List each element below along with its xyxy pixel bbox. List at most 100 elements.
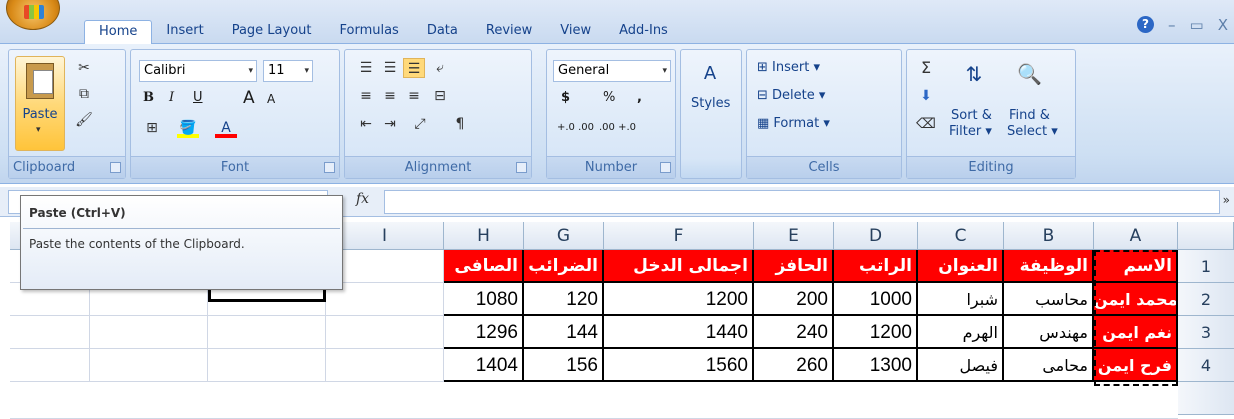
fill-icon[interactable]: ⬇ (915, 86, 937, 106)
align-center-icon[interactable]: ≡ (379, 86, 401, 106)
column-header-f[interactable]: F (604, 222, 754, 250)
number-launcher-icon[interactable] (660, 162, 671, 173)
sort-label[interactable]: Sort & (951, 108, 992, 123)
empty-cell[interactable] (208, 349, 326, 382)
align-right-icon[interactable]: ≡ (403, 86, 425, 106)
decrease-decimal-button[interactable]: .00 +.0 (599, 122, 636, 133)
align-bottom-icon[interactable]: ☰ (403, 58, 425, 78)
empty-cell[interactable] (10, 316, 90, 349)
cut-icon[interactable]: ✂ (73, 58, 95, 78)
empty-row[interactable] (10, 382, 1178, 419)
select-all-corner[interactable] (1178, 222, 1234, 250)
percent-button[interactable]: % (603, 90, 615, 105)
alignment-launcher-icon[interactable] (516, 162, 527, 173)
column-header-d[interactable]: D (834, 222, 918, 250)
column-header-g[interactable]: G (524, 222, 604, 250)
column-header-e[interactable]: E (754, 222, 834, 250)
minimize-icon[interactable]: – (1168, 16, 1176, 34)
find-select-icon[interactable]: 🔍 (1017, 64, 1042, 84)
align-left-icon[interactable]: ≡ (355, 86, 377, 106)
insert-cells-button[interactable]: ⊞ Insert ▾ (757, 60, 820, 75)
shrink-font-button[interactable]: A (267, 92, 275, 106)
empty-cell[interactable] (208, 316, 326, 349)
close-icon[interactable]: X (1218, 16, 1228, 34)
cell-tax[interactable]: 144 (524, 316, 604, 349)
cell-tax[interactable]: 120 (524, 283, 604, 316)
empty-cell[interactable] (326, 316, 444, 349)
empty-cell[interactable] (326, 250, 444, 283)
empty-cell[interactable] (326, 349, 444, 382)
column-header-b[interactable]: B (1004, 222, 1094, 250)
cell-salary[interactable]: 1200 (834, 316, 918, 349)
styles-icon[interactable]: A (699, 64, 721, 84)
comma-button[interactable]: , (637, 90, 642, 105)
paste-button[interactable]: Paste ▾ (15, 56, 65, 151)
select-label[interactable]: Select ▾ (1007, 124, 1058, 139)
column-header-i[interactable]: I (326, 222, 444, 250)
format-cells-button[interactable]: ▦ Format ▾ (757, 116, 830, 131)
tab-insert[interactable]: Insert (152, 20, 217, 45)
bold-button[interactable]: B (143, 90, 154, 105)
cell-net[interactable]: 1080 (444, 283, 524, 316)
cell-gross[interactable]: 1200 (604, 283, 754, 316)
empty-cell[interactable] (90, 349, 208, 382)
tab-page-layout[interactable]: Page Layout (218, 20, 326, 45)
expand-formula-bar-icon[interactable]: » (1223, 193, 1230, 207)
grow-font-button[interactable]: A (243, 88, 255, 108)
header-cell-job[interactable]: الوظيفة (1004, 250, 1094, 283)
tab-view[interactable]: View (546, 20, 605, 45)
font-size-select[interactable]: 11 ▾ (263, 60, 313, 82)
font-name-select[interactable]: Calibri ▾ (139, 60, 257, 82)
copy-icon[interactable]: ⧉ (73, 84, 95, 104)
clear-icon[interactable]: ⌫ (915, 114, 937, 134)
fill-color-icon[interactable]: 🪣 (177, 118, 199, 138)
delete-cells-button[interactable]: ⊟ Delete ▾ (757, 88, 825, 103)
empty-cell[interactable] (10, 349, 90, 382)
header-cell-gross[interactable]: اجمالى الدخل (604, 250, 754, 283)
find-label[interactable]: Find & (1009, 108, 1050, 123)
increase-decimal-button[interactable]: +.0 .00 (557, 122, 594, 133)
merge-center-icon[interactable]: ⊟ (429, 86, 451, 106)
row-header-4[interactable]: 4 (1178, 349, 1234, 382)
cell-gross[interactable]: 1560 (604, 349, 754, 382)
decrease-indent-icon[interactable]: ⇤ (355, 114, 377, 134)
cell-job[interactable]: محاسب (1004, 283, 1094, 316)
align-middle-icon[interactable]: ☰ (379, 58, 401, 78)
cell-salary[interactable]: 1000 (834, 283, 918, 316)
cell-name[interactable]: محمد ايمن (1094, 283, 1178, 316)
cell-incentive[interactable]: 200 (754, 283, 834, 316)
styles-button[interactable]: Styles (691, 96, 730, 111)
column-header-a[interactable]: A (1094, 222, 1178, 250)
cell-tax[interactable]: 156 (524, 349, 604, 382)
number-format-select[interactable]: General ▾ (553, 60, 671, 82)
header-cell-address[interactable]: العنوان (918, 250, 1004, 283)
header-cell-incentive[interactable]: الحافز (754, 250, 834, 283)
borders-icon[interactable]: ⊞ (141, 118, 163, 138)
column-header-c[interactable]: C (918, 222, 1004, 250)
wrap-text-icon[interactable]: ⤶ (429, 58, 451, 78)
cell-name[interactable]: نغم ايمن (1094, 316, 1178, 349)
header-cell-net[interactable]: الصافى (444, 250, 524, 283)
header-cell-name[interactable]: الاسم (1094, 250, 1178, 283)
font-color-icon[interactable]: A (215, 118, 237, 138)
cell-job[interactable]: محامى (1004, 349, 1094, 382)
cell-incentive[interactable]: 240 (754, 316, 834, 349)
row-header-5[interactable] (1178, 382, 1234, 415)
tab-formulas[interactable]: Formulas (325, 20, 412, 45)
increase-indent-icon[interactable]: ⇥ (379, 114, 401, 134)
align-top-icon[interactable]: ☰ (355, 58, 377, 78)
cell-address[interactable]: فيصل (918, 349, 1004, 382)
row-header-1[interactable]: 1 (1178, 250, 1234, 283)
row-header-2[interactable]: 2 (1178, 283, 1234, 316)
orientation-icon[interactable]: ⤢ (409, 114, 431, 134)
text-direction-icon[interactable]: ¶ (449, 114, 471, 134)
filter-label[interactable]: Filter ▾ (949, 124, 992, 139)
empty-cell[interactable] (326, 283, 444, 316)
office-button[interactable] (6, 0, 60, 30)
cell-incentive[interactable]: 260 (754, 349, 834, 382)
insert-function-icon[interactable]: fx (356, 191, 369, 207)
formula-input[interactable] (384, 190, 1220, 214)
cell-job[interactable]: مهندس (1004, 316, 1094, 349)
cell-net[interactable]: 1404 (444, 349, 524, 382)
font-launcher-icon[interactable] (324, 162, 335, 173)
